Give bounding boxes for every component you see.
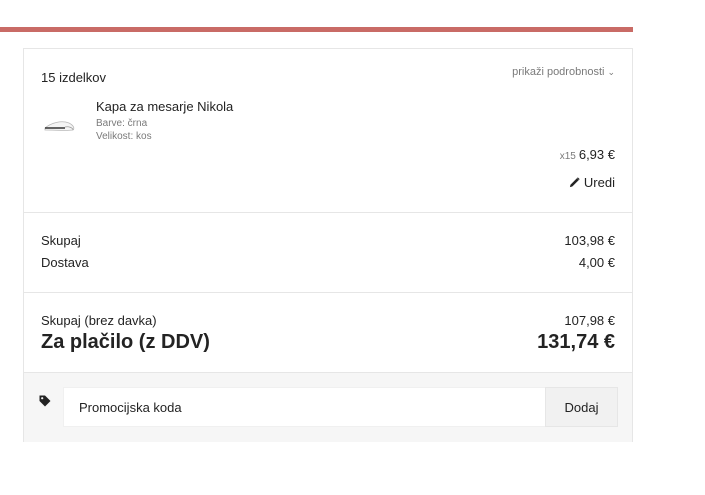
show-details-link[interactable]: prikaži podrobnosti ⌄ <box>512 66 615 78</box>
product-image <box>44 121 75 131</box>
promo-code-input[interactable] <box>63 387 546 427</box>
grand-total-value: 131,74 € <box>537 331 615 353</box>
promo-code-section: Dodaj <box>24 373 632 442</box>
product-color: Barve: črna <box>96 118 148 129</box>
net-total-row: Skupaj (brez davka) 107,98 € <box>41 313 615 328</box>
cart-totals-section: Skupaj 103,98 € Dostava 4,00 € <box>24 213 632 293</box>
cart-grand-total-section: Skupaj (brez davka) 107,98 € Za plačilo … <box>24 293 632 373</box>
product-size: Velikost: kos <box>96 131 152 142</box>
cart-summary: 15 izdelkov prikaži podrobnosti ⌄ Kapa z… <box>23 48 633 442</box>
product-unit-price: 6,93 € <box>578 147 615 162</box>
shipping-label: Dostava <box>41 255 89 270</box>
grand-total-row: Za plačilo (z DDV) 131,74 € <box>41 331 615 354</box>
accent-bar <box>0 27 633 32</box>
shipping-row: Dostava 4,00 € <box>41 255 615 270</box>
chevron-down-icon: ⌄ <box>607 66 615 77</box>
shipping-value: 4,00 € <box>578 255 615 270</box>
net-total-value: 107,98 € <box>564 313 615 328</box>
pencil-icon <box>569 177 580 188</box>
product-price-line: x15 6,93 € <box>560 147 615 162</box>
items-count: 15 izdelkov <box>41 70 107 85</box>
edit-button[interactable]: Uredi <box>569 175 615 190</box>
tag-icon <box>39 395 51 407</box>
product-quantity: x15 <box>559 151 576 162</box>
grand-total-label: Za plačilo (z DDV) <box>41 331 210 353</box>
add-promo-button[interactable]: Dodaj <box>545 387 618 427</box>
edit-label: Uredi <box>583 175 615 190</box>
subtotal-row: Skupaj 103,98 € <box>41 233 615 248</box>
cart-products-section: 15 izdelkov prikaži podrobnosti ⌄ Kapa z… <box>24 49 632 213</box>
net-total-label: Skupaj (brez davka) <box>41 313 157 328</box>
product-name[interactable]: Kapa za mesarje Nikola <box>96 99 233 114</box>
show-details-label: prikaži podrobnosti <box>512 66 605 78</box>
subtotal-label: Skupaj <box>41 233 81 248</box>
subtotal-value: 103,98 € <box>564 233 615 248</box>
